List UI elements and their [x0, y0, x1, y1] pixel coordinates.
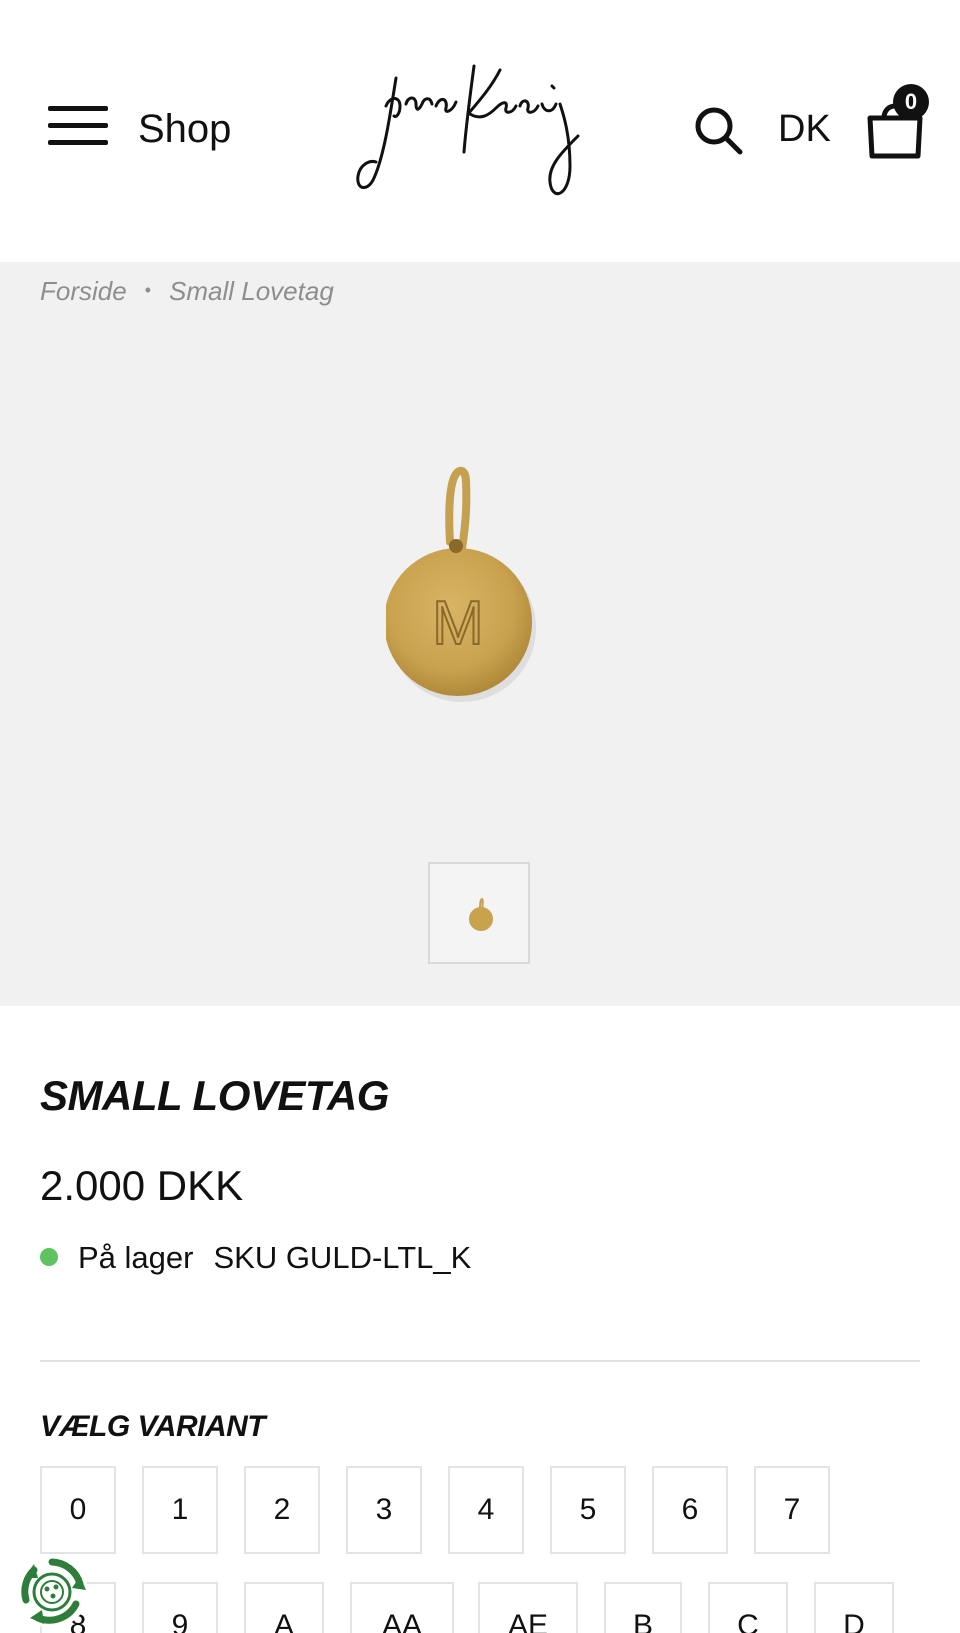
- breadcrumb-separator: •: [144, 280, 152, 300]
- brand-logo[interactable]: [356, 56, 606, 206]
- product-title: SMALL LOVETAG: [40, 1072, 389, 1119]
- section-divider: [40, 1360, 920, 1362]
- variant-option[interactable]: A: [244, 1582, 324, 1633]
- variant-option[interactable]: C: [708, 1582, 788, 1633]
- variant-option[interactable]: D: [814, 1582, 894, 1633]
- cart-count-badge: 0: [893, 84, 929, 120]
- variant-option[interactable]: 4: [448, 1466, 524, 1554]
- hamburger-menu-icon[interactable]: [48, 106, 108, 152]
- variant-option[interactable]: 2: [244, 1466, 320, 1554]
- stock-status: På lager: [78, 1240, 194, 1275]
- product-thumbnail[interactable]: [428, 862, 530, 964]
- variant-option[interactable]: AE: [478, 1582, 578, 1633]
- variant-option[interactable]: 1: [142, 1466, 218, 1554]
- variant-option[interactable]: 6: [652, 1466, 728, 1554]
- variant-option[interactable]: 3: [346, 1466, 422, 1554]
- breadcrumb: Forside • Small Lovetag: [40, 276, 334, 307]
- breadcrumb-current: Small Lovetag: [169, 276, 334, 306]
- variant-option[interactable]: 0: [40, 1466, 116, 1554]
- product-main-image[interactable]: M: [384, 452, 566, 702]
- product-price: 2.000 DKK: [40, 1162, 244, 1209]
- variant-option[interactable]: 5: [550, 1466, 626, 1554]
- variant-heading: VÆLG VARIANT: [40, 1410, 266, 1443]
- shop-menu-label[interactable]: Shop: [138, 106, 231, 152]
- variant-option[interactable]: 7: [754, 1466, 830, 1554]
- variant-option[interactable]: 9: [142, 1582, 218, 1633]
- variant-option[interactable]: B: [604, 1582, 682, 1633]
- product-gallery: Forside • Small Lovetag M: [0, 262, 960, 1006]
- breadcrumb-home-link[interactable]: Forside: [40, 276, 127, 306]
- recycle-badge-icon[interactable]: [16, 1556, 88, 1628]
- variant-option[interactable]: AA: [350, 1582, 454, 1633]
- site-header: Shop DK 0: [0, 0, 960, 262]
- variant-grid: 0 1 2 3 4 5 6 7 8 9 A AA AE B C D: [40, 1466, 940, 1633]
- pendant-engraving: M: [432, 589, 484, 658]
- search-icon[interactable]: [692, 104, 744, 156]
- stock-info: På lager SKU GULD-LTL_K: [40, 1238, 471, 1278]
- product-sku: SKU GULD-LTL_K: [213, 1240, 472, 1275]
- stock-status-dot: [40, 1248, 58, 1266]
- language-selector[interactable]: DK: [778, 106, 831, 152]
